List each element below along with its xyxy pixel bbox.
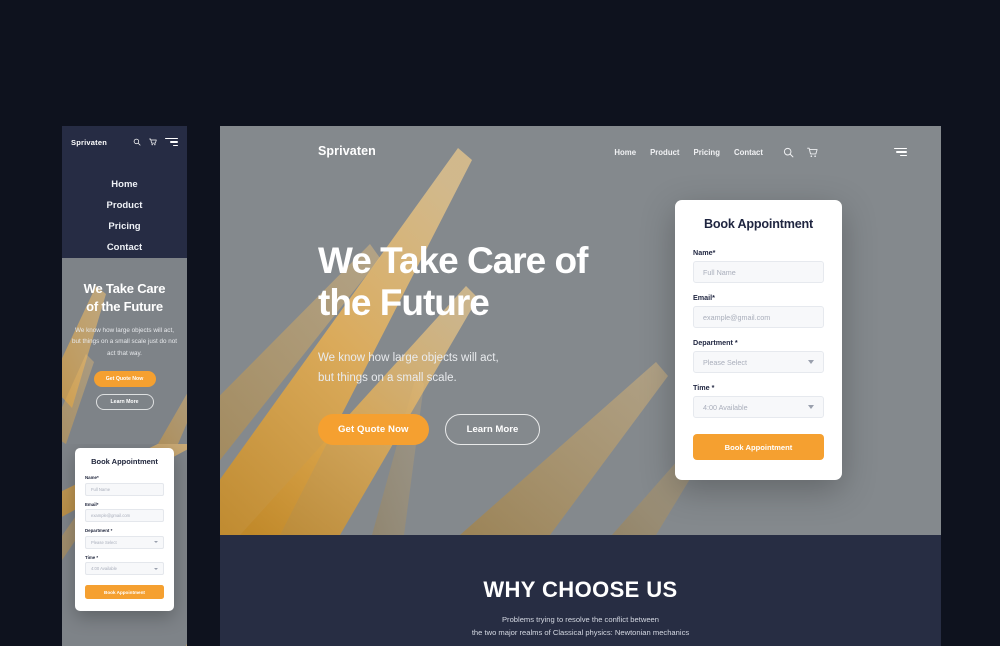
desktop-hero-buttons: Get Quote Now Learn More bbox=[318, 413, 941, 445]
mobile-field-time: Time * 4:00 Available bbox=[85, 554, 164, 575]
desktop-select-time-value: 4:00 Available bbox=[703, 402, 748, 412]
desktop-select-time[interactable]: 4:00 Available bbox=[693, 396, 824, 418]
mobile-hero-buttons: Get Quote Now Learn More bbox=[72, 371, 177, 411]
desktop-field-department: Department * Please Select bbox=[693, 338, 824, 373]
desktop-navbar: Sprivaten Home Product Pricing Contact bbox=[220, 126, 941, 178]
mobile-select-department-value: Please Select bbox=[91, 539, 117, 545]
mobile-hero-content: We Take Care of the Future We know how l… bbox=[62, 258, 187, 411]
cart-icon[interactable] bbox=[149, 138, 157, 146]
mobile-label-email: Email* bbox=[85, 501, 99, 507]
desktop-hero-body: We know how large objects will act, but … bbox=[318, 348, 941, 388]
why-choose-us-section: WHY CHOOSE US Problems trying to resolve… bbox=[220, 535, 941, 646]
mobile-book-appointment-button[interactable]: Book Appointment bbox=[85, 585, 164, 599]
page-canvas: Sprivaten Home Product Pricing Contact W… bbox=[0, 0, 1000, 646]
search-icon[interactable] bbox=[133, 138, 141, 146]
mobile-navbar: Sprivaten bbox=[62, 126, 187, 158]
desktop-mockup: Sprivaten Home Product Pricing Contact W… bbox=[220, 126, 941, 646]
why-choose-us-body: Problems trying to resolve the conflict … bbox=[220, 613, 941, 640]
mobile-select-department[interactable]: Please Select bbox=[85, 535, 164, 549]
desktop-field-email: Email* example@gmail.com bbox=[693, 293, 824, 328]
desktop-hero-body-line1: We know how large objects will act, bbox=[318, 351, 499, 364]
desktop-select-department[interactable]: Please Select bbox=[693, 351, 824, 373]
mobile-field-email: Email* example@gmail.com bbox=[85, 501, 164, 522]
mobile-get-quote-button[interactable]: Get Quote Now bbox=[93, 371, 156, 388]
mobile-hero-heading-line2: of the Future bbox=[86, 298, 163, 314]
desktop-label-time: Time * bbox=[693, 383, 715, 392]
mobile-hero-body: We know how large objects will act, but … bbox=[72, 327, 178, 357]
desktop-form-title: Book Appointment bbox=[704, 217, 813, 231]
mobile-hero-section: We Take Care of the Future We know how l… bbox=[62, 258, 187, 444]
desktop-field-name: Name* Full Name bbox=[693, 248, 824, 283]
mobile-nav-link-home[interactable]: Home bbox=[62, 174, 187, 195]
mobile-label-department: Department * bbox=[85, 528, 113, 533]
mobile-hero-heading-line1: We Take Care bbox=[83, 281, 166, 296]
chevron-down-icon bbox=[808, 360, 814, 364]
mobile-nav-link-pricing[interactable]: Pricing bbox=[62, 216, 187, 237]
mobile-nav-link-product[interactable]: Product bbox=[62, 195, 187, 216]
desktop-input-email[interactable]: example@gmail.com bbox=[693, 306, 824, 328]
why-choose-us-title: WHY CHOOSE US bbox=[483, 577, 678, 602]
cart-icon[interactable] bbox=[807, 147, 818, 158]
desktop-input-name[interactable]: Full Name bbox=[693, 261, 824, 283]
chevron-down-icon bbox=[154, 541, 158, 543]
desktop-label-department: Department * bbox=[693, 338, 738, 347]
mobile-mockup: Sprivaten Home Product Pricing Contact W… bbox=[62, 126, 187, 646]
mobile-hero-heading: We Take Care of the Future bbox=[72, 280, 177, 315]
desktop-field-time: Time * 4:00 Available bbox=[693, 383, 824, 418]
desktop-label-name: Name* bbox=[693, 248, 716, 257]
mobile-input-email[interactable]: example@gmail.com bbox=[85, 509, 164, 522]
desktop-nav-link-product[interactable]: Product bbox=[650, 148, 679, 157]
desktop-brand-logo[interactable]: Sprivaten bbox=[318, 144, 376, 158]
mobile-label-name: Name* bbox=[85, 475, 99, 480]
mobile-booking-card: Book Appointment Name* Full Name Email* … bbox=[75, 448, 174, 611]
mobile-input-name[interactable]: Full Name bbox=[85, 482, 164, 496]
desktop-hero-section: Sprivaten Home Product Pricing Contact W… bbox=[220, 126, 941, 535]
search-icon[interactable] bbox=[783, 147, 794, 158]
desktop-booking-card: Book Appointment Name* Full Name Email* … bbox=[675, 200, 842, 480]
mobile-field-name: Name* Full Name bbox=[85, 475, 164, 496]
mobile-brand-logo[interactable]: Sprivaten bbox=[71, 138, 107, 147]
mobile-learn-more-button[interactable]: Learn More bbox=[95, 394, 154, 411]
desktop-get-quote-button[interactable]: Get Quote Now bbox=[318, 413, 429, 445]
chevron-down-icon bbox=[808, 405, 814, 409]
mobile-nav-icons bbox=[133, 137, 178, 147]
mobile-nav-link-contact[interactable]: Contact bbox=[62, 237, 187, 258]
desktop-hero-heading: We Take Care of the Future bbox=[318, 240, 941, 324]
desktop-book-appointment-button[interactable]: Book Appointment bbox=[693, 434, 824, 460]
mobile-form-title: Book Appointment bbox=[91, 457, 158, 466]
mobile-select-time[interactable]: 4:00 Available bbox=[85, 562, 164, 575]
why-choose-us-line2: the two major realms of Classical physic… bbox=[471, 628, 690, 638]
desktop-select-department-value: Please Select bbox=[703, 357, 747, 367]
desktop-nav-link-home[interactable]: Home bbox=[614, 148, 636, 157]
desktop-nav-link-pricing[interactable]: Pricing bbox=[694, 148, 720, 157]
desktop-hero-heading-line2: the Future bbox=[318, 281, 490, 323]
hamburger-menu-icon[interactable] bbox=[165, 137, 178, 147]
mobile-menu: Home Product Pricing Contact bbox=[62, 158, 187, 258]
desktop-learn-more-button[interactable]: Learn More bbox=[444, 413, 541, 445]
desktop-nav-icons bbox=[783, 147, 818, 158]
desktop-hero-heading-line1: We Take Care of bbox=[318, 240, 588, 281]
mobile-field-department: Department * Please Select bbox=[85, 528, 164, 549]
mobile-form-section: Book Appointment Name* Full Name Email* … bbox=[62, 444, 187, 646]
mobile-label-time: Time * bbox=[85, 554, 99, 560]
mobile-select-time-value: 4:00 Available bbox=[91, 566, 117, 571]
why-choose-us-line1: Problems trying to resolve the conflict … bbox=[501, 615, 659, 624]
desktop-nav-link-contact[interactable]: Contact bbox=[734, 148, 763, 157]
chevron-down-icon bbox=[154, 567, 158, 570]
desktop-nav-right: Home Product Pricing Contact bbox=[614, 147, 907, 158]
hamburger-menu-icon[interactable] bbox=[894, 147, 907, 157]
desktop-label-email: Email* bbox=[693, 293, 715, 302]
desktop-hero-body-line2: but things on a small scale. bbox=[318, 371, 457, 384]
desktop-nav-links: Home Product Pricing Contact bbox=[614, 148, 763, 157]
